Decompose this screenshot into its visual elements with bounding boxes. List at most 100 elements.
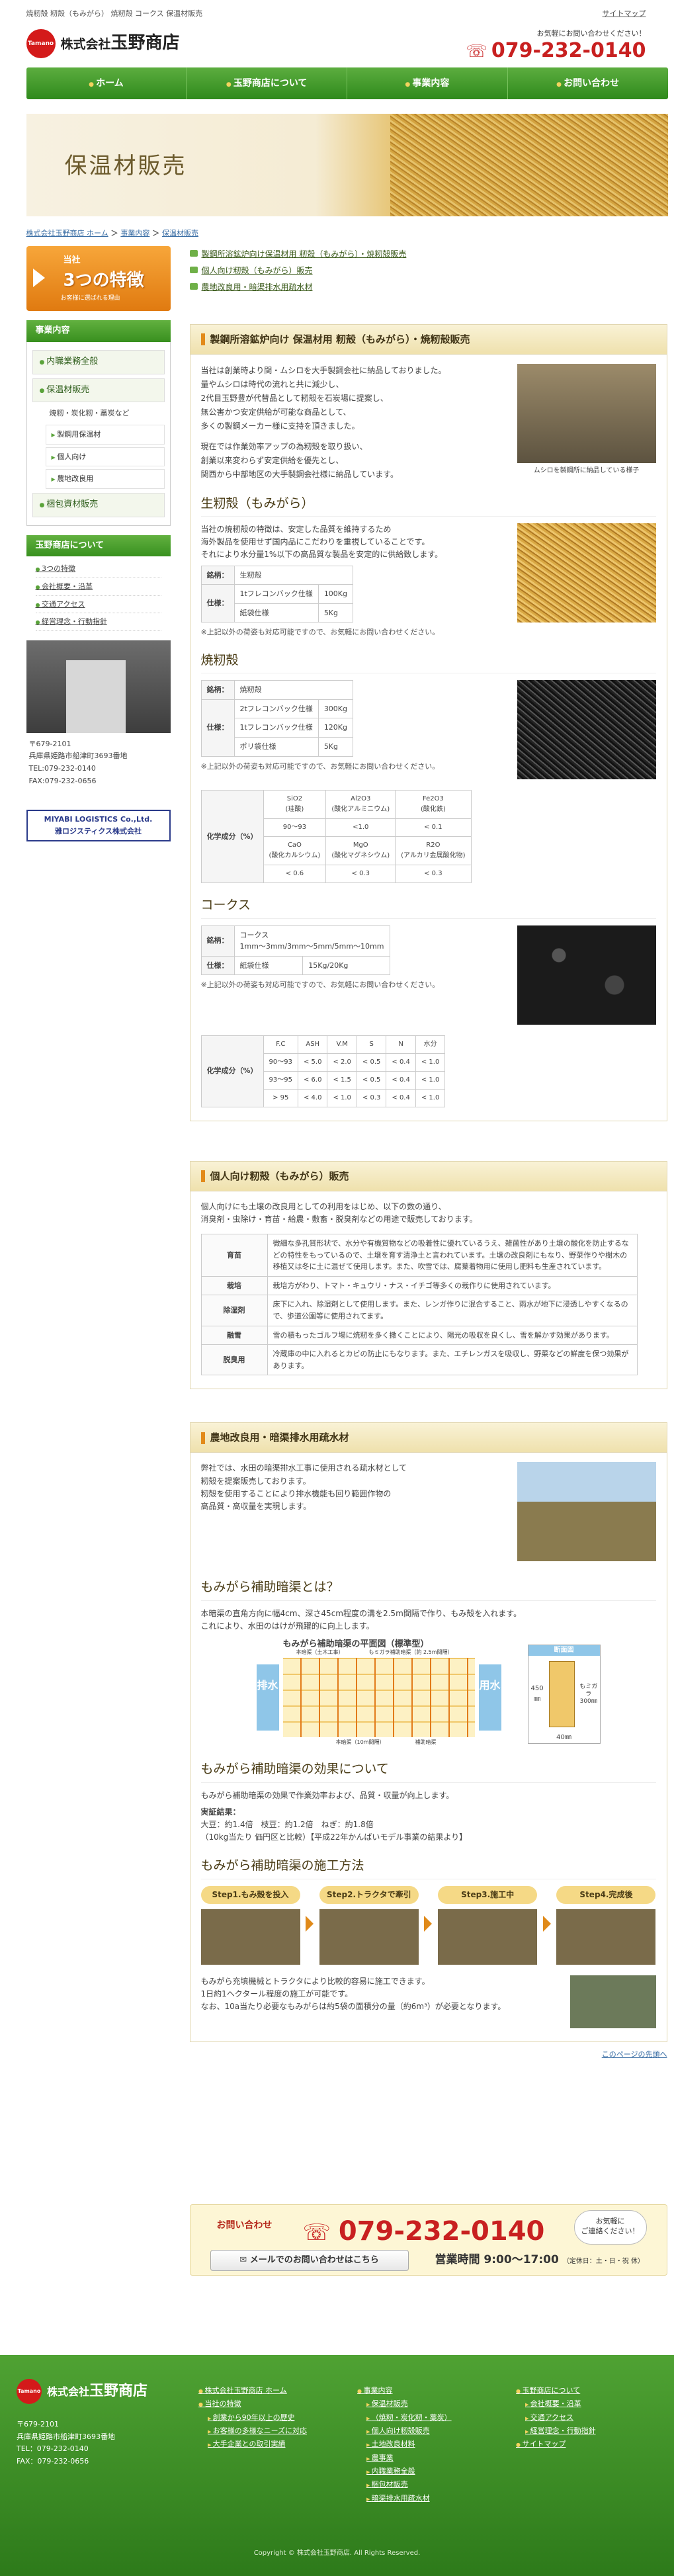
sidebar-sub-steel[interactable]: 製鋼用保温材 — [45, 424, 165, 445]
step-arrow-icon — [542, 1915, 551, 1932]
chem-head: ASH — [297, 1035, 328, 1054]
anchor-farmland[interactable]: 農地改良用・暗渠排水用疏水材 — [189, 279, 667, 296]
step-4: Step4.完成後 — [556, 1885, 656, 1965]
step-label: Step1.もみ殻を投入 — [200, 1885, 300, 1904]
footer-link[interactable]: 創業から90年以上の歴史 — [198, 2411, 307, 2425]
diagram-grid — [282, 1658, 475, 1738]
top-bar: 焼籾殻 籾殻（もみがら） 焼籾殻 コークス 保温材販売 サイトマップ — [10, 0, 665, 25]
anchor-steel[interactable]: 製鋼所溶鉱炉向け保温材用 籾殻（もみがら）・焼籾殻販売 — [189, 246, 667, 263]
spec-cell: 1tフレコンバック仕様 — [233, 584, 319, 604]
hero-straw-image — [390, 114, 668, 216]
banner-line3: お客様に選ばれる理由 — [60, 295, 120, 302]
logo-mark-icon: Tamano — [17, 2379, 42, 2404]
footer-link[interactable]: 暗渠排水用疏水材 — [357, 2492, 452, 2505]
sidebar-link-features[interactable]: 3つの特徴 — [35, 560, 161, 578]
breadcrumb-separator: ＞ — [149, 229, 163, 237]
footer-link[interactable]: 内職業務全般 — [357, 2465, 452, 2478]
footer-link[interactable]: （焼籾・炭化籾・藁炭） — [357, 2411, 452, 2425]
addr-fax: FAX:079-232-0656 — [28, 776, 97, 785]
footer-company-name: 株式会社玉野商店 — [47, 2383, 148, 2400]
footer-link[interactable]: 当社の特徴 — [198, 2397, 307, 2411]
breadcrumb-business[interactable]: 事業内容 — [120, 229, 149, 237]
chem-head: F.C — [263, 1035, 298, 1054]
footer-link[interactable]: 玉野商店について — [516, 2384, 596, 2397]
sidebar-link-access[interactable]: 交通アクセス — [35, 596, 161, 614]
footer-link[interactable]: 農事業 — [357, 2452, 452, 2465]
header-phone[interactable]: ☏ 079-232-0140 — [466, 40, 646, 62]
effect-text: もみがら補助暗渠の効果で作業効率および、品質・収量が向上します。 — [200, 1790, 454, 1800]
diagram-section: 断面図 450㎜ もミガラ 300㎜ 40㎜ — [527, 1645, 601, 1744]
sitemap-link[interactable]: サイトマップ — [603, 8, 646, 20]
section-title: 農地改良用・暗渠排水用疏水材 — [190, 1423, 667, 1453]
three-features-banner[interactable]: 当社 3つの特徴 お客様に選ばれる理由 — [26, 246, 171, 311]
sidebar-sub-farmland[interactable]: 農地改良用 — [45, 469, 165, 489]
section-label: もミガラ 300㎜ — [579, 1683, 598, 1705]
miyabi-logistics-banner[interactable]: MIYABI LOGISTICS Co.,Ltd. 雅ロジスティクス株式会社 — [26, 810, 171, 841]
chem-value: < 0.5 — [356, 1070, 387, 1090]
sidebar-about-links: 3つの特徴 会社概要・沿革 交通アクセス 経営理念・行動指針 — [26, 556, 171, 634]
footer-link[interactable]: 土地改良材料 — [357, 2438, 452, 2451]
footer-link[interactable]: 梱包材販売 — [357, 2478, 452, 2491]
chem-head: CaO (酸化カルシウム) — [263, 836, 327, 866]
chem-value: < 0.4 — [386, 1088, 416, 1107]
footer-link[interactable]: 会社概要・沿革 — [516, 2397, 596, 2411]
spec-key: 仕様： — [200, 699, 235, 757]
addr-tel: TEL:079-232-0140 — [28, 764, 96, 773]
sidebar-item-insulation[interactable]: 保温材販売 — [32, 378, 165, 403]
mail-contact-button[interactable]: メールでのお問い合わせはこちら — [210, 2250, 409, 2271]
miyabi-en: MIYABI LOGISTICS Co.,Ltd. — [44, 815, 153, 824]
spec-cell: 100Kg — [317, 584, 354, 604]
sidebar-link-company[interactable]: 会社概要・沿革 — [35, 578, 161, 596]
page-top-link[interactable]: このページの先頭へ — [190, 2049, 667, 2061]
effect-subheading: 実証結果： — [200, 1807, 241, 1817]
sidebar-business-list: 内職業務全般 保温材販売 焼籾・炭化籾・藁炭など 製鋼用保温材 個人向け 農地改… — [26, 341, 171, 526]
company-name: 株式会社玉野商店 — [60, 33, 180, 54]
truck-photo: ムシロを製鋼所に納品している様子 — [517, 363, 656, 476]
site-logo[interactable]: Tamano 株式会社玉野商店 — [26, 29, 180, 58]
section-body: ムシロを製鋼所に納品している様子 当社は創業時より関・ムシロを大手製鋼会社に納品… — [190, 355, 667, 1121]
footer-link[interactable]: サイトマップ — [516, 2438, 596, 2451]
footer-link[interactable]: 大手企業との取引実績 — [198, 2438, 307, 2451]
truck-image — [517, 363, 656, 463]
contact-lead: お問い合わせ — [216, 2220, 273, 2231]
sidebar-link-philosophy[interactable]: 経営理念・行動指針 — [35, 613, 161, 631]
nav-contact[interactable]: お問い合わせ — [508, 67, 668, 99]
breadcrumb-separator: ＞ — [108, 229, 121, 237]
step-photo — [556, 1909, 656, 1965]
footer-link[interactable]: 交通アクセス — [516, 2411, 596, 2425]
raw-husk-heading: 生籾殻（もみがら） — [200, 494, 656, 517]
footer-link[interactable]: 保温材販売 — [357, 2397, 452, 2411]
effect-heading: もみがら補助暗渠の効果について — [200, 1759, 656, 1783]
breadcrumb-home[interactable]: 株式会社玉野商店 ホーム — [26, 229, 108, 237]
contact-phone[interactable]: 079-232-0140 — [303, 2210, 545, 2253]
footer-link[interactable]: 個人向け籾殻販売 — [357, 2425, 452, 2438]
section-body: 弊社では、水田の暗渠排水工事に使用される疏水材として 籾殻を提案販売しております… — [190, 1453, 667, 2041]
sidebar-item-naishoku[interactable]: 内職業務全般 — [32, 349, 165, 374]
usage-key: 育苗 — [200, 1234, 268, 1277]
chem-value: < 1.0 — [415, 1052, 446, 1072]
effect-result: 大豆：約1.4倍 枝豆：約1.2倍 ねぎ：約1.8倍 — [200, 1819, 374, 1829]
footer-link[interactable]: 事業内容 — [357, 2384, 452, 2397]
sidebar-sub-personal[interactable]: 個人向け — [45, 447, 165, 467]
nav-home[interactable]: ホーム — [26, 67, 187, 99]
chem-head: Fe2O3 (酸化鉄) — [395, 790, 472, 820]
sidebar-about-heading: 玉野商店について — [26, 535, 171, 557]
raw-spec-table: 銘柄： 生籾殻 仕様： 1tフレコンバック仕様 100Kg 紙袋仕様 5Kg — [200, 565, 354, 623]
spec-cell: 15Kg/20Kg — [302, 955, 390, 976]
section-title: 個人向け籾殻（もみがら）販売 — [190, 1161, 667, 1191]
spec-value: 焼籾殻 — [233, 680, 354, 700]
chem-head: R2O (アルカリ金属酸化物) — [395, 836, 472, 866]
nav-business[interactable]: 事業内容 — [347, 67, 508, 99]
spec-value: コークス 1mm〜3mm/3mm〜5mm/5mm〜10mm — [233, 925, 390, 957]
usage-desc: 床下に入れ、除湿剤として使用します。また、レンガ作りに混合すること、雨水が地下に… — [267, 1295, 638, 1326]
footer-link[interactable]: 経営理念・行動指針 — [516, 2425, 596, 2438]
footer-link[interactable]: 株式会社玉野商店 ホーム — [198, 2384, 307, 2397]
nav-about[interactable]: 玉野商店について — [187, 67, 347, 99]
section-farmland: 農地改良用・暗渠排水用疏水材 弊社では、水田の暗渠排水工事に使用される疏水材とし… — [189, 1422, 667, 2042]
chem-value: < 1.0 — [415, 1070, 446, 1090]
footer-logo[interactable]: Tamano 株式会社玉野商店 — [17, 2379, 147, 2404]
spec-cell: 紙袋仕様 — [233, 603, 319, 623]
anchor-personal[interactable]: 個人向け籾殻（もみがら）販売 — [189, 263, 667, 279]
footer-link[interactable]: お客様の多様なニーズに対応 — [198, 2425, 307, 2438]
sidebar-item-packing[interactable]: 梱包資材販売 — [32, 492, 165, 517]
